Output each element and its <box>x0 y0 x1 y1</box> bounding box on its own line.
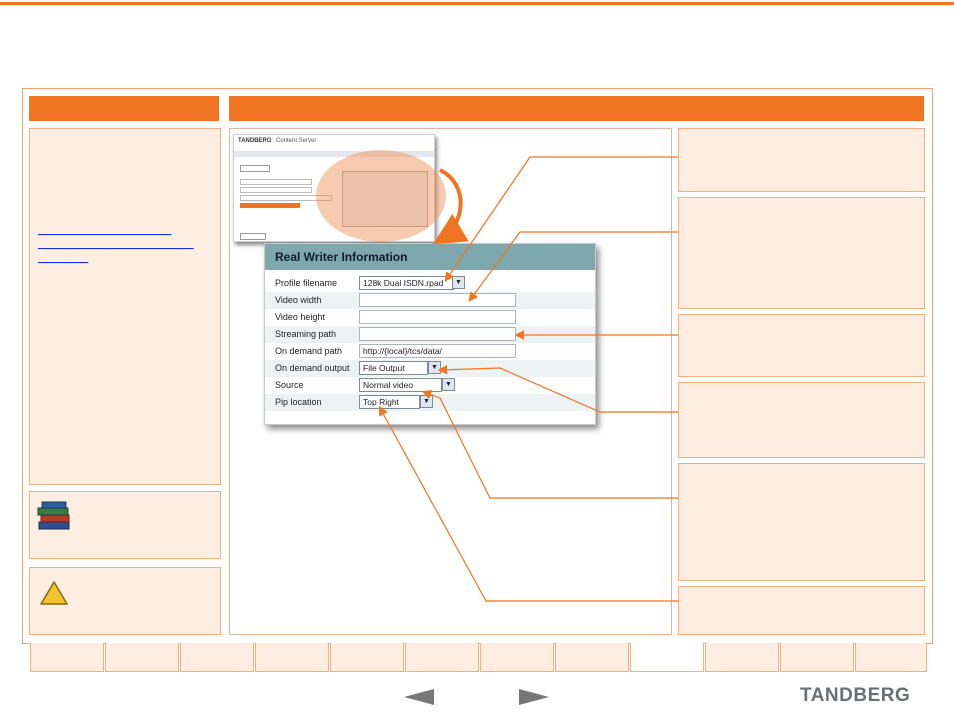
tab-1[interactable] <box>30 643 104 672</box>
tab-5[interactable] <box>330 643 404 672</box>
tab-12[interactable] <box>855 643 927 672</box>
connector-lines <box>378 156 678 602</box>
tab-8[interactable] <box>555 643 629 672</box>
tab-2[interactable] <box>105 643 179 672</box>
tab-6[interactable] <box>405 643 479 672</box>
tab-10[interactable] <box>705 643 779 672</box>
tab-7[interactable] <box>480 643 554 672</box>
tab-4[interactable] <box>255 643 329 672</box>
tab-9-active[interactable] <box>630 643 704 672</box>
bottom-tab-bar <box>30 643 927 673</box>
tandberg-logo: TANDBERG <box>800 685 911 706</box>
left-arrow-icon[interactable] <box>404 689 434 705</box>
right-arrow-icon[interactable] <box>519 689 549 705</box>
tab-11[interactable] <box>780 643 854 672</box>
tab-3[interactable] <box>180 643 254 672</box>
